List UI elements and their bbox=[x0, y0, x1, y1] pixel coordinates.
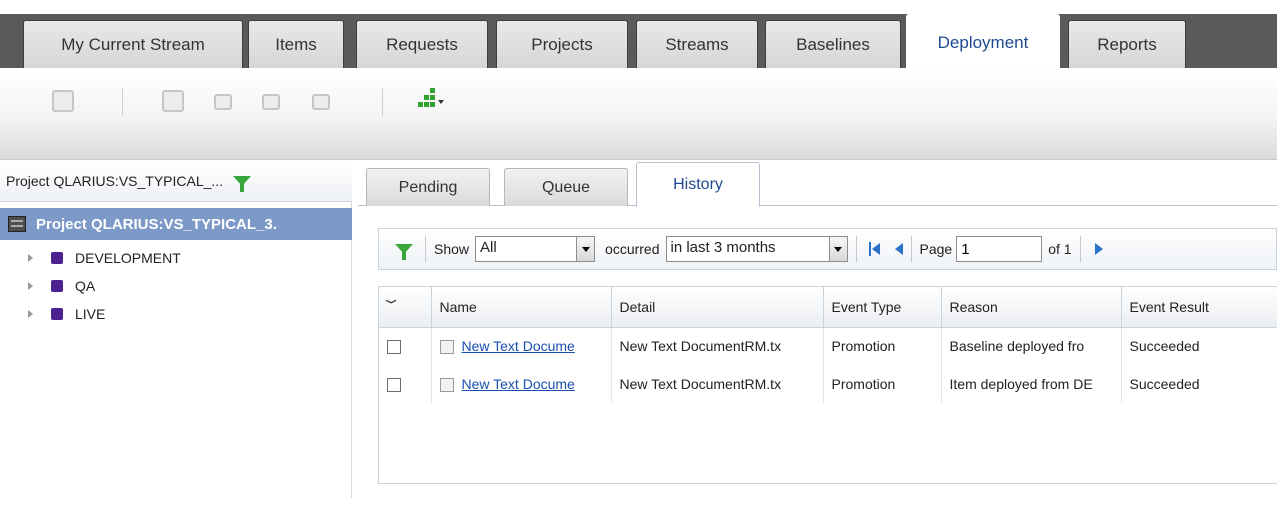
project-tree-panel: Project QLARIUS:VS_TYPICAL_... Project Q… bbox=[0, 160, 352, 510]
select-all-column[interactable] bbox=[379, 287, 432, 328]
history-filter-bar: Show All occurred in last 3 months Page … bbox=[378, 228, 1277, 270]
main-tab-bar: My Current Stream Items Requests Project… bbox=[0, 0, 1277, 70]
filter-icon[interactable] bbox=[233, 175, 252, 192]
row-checkbox[interactable] bbox=[387, 340, 401, 355]
tab-streams[interactable]: Streams bbox=[636, 20, 758, 68]
item-name-link[interactable]: New Text Docume bbox=[462, 338, 575, 354]
filter-icon[interactable] bbox=[395, 244, 413, 260]
first-page-icon[interactable] bbox=[868, 242, 883, 256]
detail-cell: New Text DocumentRM.tx bbox=[611, 365, 824, 403]
top-rim bbox=[0, 0, 1277, 14]
import-icon[interactable] bbox=[52, 90, 74, 112]
item-name-link[interactable]: New Text Docume bbox=[462, 376, 575, 392]
rollback-icon[interactable] bbox=[312, 94, 330, 110]
occurred-select[interactable]: in last 3 months bbox=[665, 236, 848, 262]
deployment-toolbar bbox=[0, 68, 1277, 160]
event-type-cell: Promotion bbox=[823, 365, 942, 403]
chevron-down-icon bbox=[438, 100, 444, 104]
tree-node-label: QA bbox=[75, 278, 96, 294]
column-header-name[interactable]: Name bbox=[431, 287, 612, 328]
promote-icon[interactable] bbox=[162, 90, 184, 112]
tree-root-label: Project QLARIUS:VS_TYPICAL_3. bbox=[36, 215, 277, 233]
show-label: Show bbox=[434, 241, 470, 257]
page-count-label: of 1 bbox=[1048, 241, 1072, 257]
chevron-down-icon[interactable] bbox=[576, 237, 595, 261]
event-result-cell: Succeeded bbox=[1121, 327, 1277, 365]
show-select-value: All bbox=[480, 239, 497, 256]
server-icon bbox=[8, 216, 26, 232]
previous-page-icon[interactable] bbox=[894, 243, 903, 255]
tab-history[interactable]: History bbox=[636, 162, 760, 207]
occurred-select-value: in last 3 months bbox=[670, 239, 776, 256]
tree-root-project[interactable]: Project QLARIUS:VS_TYPICAL_3. bbox=[0, 208, 352, 240]
filter-separator bbox=[855, 236, 857, 262]
table-header-row: Name Detail Event Type Reason Event Resu… bbox=[379, 287, 1277, 328]
toolbar-separator bbox=[382, 88, 383, 116]
demote-icon[interactable] bbox=[214, 94, 232, 110]
tree-node-label: DEVELOPMENT bbox=[75, 250, 181, 266]
event-type-cell: Promotion bbox=[823, 327, 942, 365]
filter-separator bbox=[910, 236, 912, 262]
deploy-icon[interactable] bbox=[262, 94, 280, 110]
column-header-event-result[interactable]: Event Result bbox=[1121, 287, 1277, 328]
reason-cell: Item deployed from DE bbox=[941, 365, 1122, 403]
expand-arrow-icon[interactable] bbox=[28, 310, 33, 318]
next-page-icon[interactable] bbox=[1094, 243, 1103, 255]
page-number-input[interactable] bbox=[956, 236, 1043, 262]
table-row[interactable]: New Text Docume New Text DocumentRM.tx P… bbox=[379, 327, 1277, 365]
event-result-cell: Succeeded bbox=[1121, 365, 1277, 403]
tree-node-live[interactable]: LIVE bbox=[0, 300, 352, 328]
column-header-event-type[interactable]: Event Type bbox=[823, 287, 942, 328]
occurred-label: occurred bbox=[605, 241, 660, 257]
row-checkbox[interactable] bbox=[387, 378, 401, 393]
tab-my-current-stream[interactable]: My Current Stream bbox=[23, 20, 243, 68]
tab-reports[interactable]: Reports bbox=[1068, 20, 1186, 68]
bottom-edge bbox=[0, 498, 1277, 510]
tree-node-development[interactable]: DEVELOPMENT bbox=[0, 244, 352, 272]
tree-node-label: LIVE bbox=[75, 306, 106, 322]
tab-items[interactable]: Items bbox=[248, 20, 344, 68]
project-selector[interactable]: Project QLARIUS:VS_TYPICAL_... bbox=[0, 160, 352, 202]
column-header-detail[interactable]: Detail bbox=[611, 287, 824, 328]
toolbar-separator bbox=[122, 88, 123, 116]
filter-separator bbox=[425, 236, 426, 262]
page-label: Page bbox=[919, 241, 953, 257]
stream-icon bbox=[51, 308, 63, 320]
tab-queue[interactable]: Queue bbox=[504, 168, 628, 206]
expand-arrow-icon[interactable] bbox=[28, 282, 33, 290]
stream-icon bbox=[51, 252, 63, 264]
deployment-content-panel: Pending Queue History Show All occurred … bbox=[358, 160, 1277, 510]
column-header-reason[interactable]: Reason bbox=[941, 287, 1122, 328]
reason-cell: Baseline deployed fro bbox=[941, 327, 1122, 365]
table-row[interactable]: New Text Docume New Text DocumentRM.tx P… bbox=[379, 365, 1277, 403]
item-type-icon bbox=[439, 340, 454, 355]
detail-cell: New Text DocumentRM.tx bbox=[611, 327, 824, 365]
tree-node-qa[interactable]: QA bbox=[0, 272, 352, 300]
show-select[interactable]: All bbox=[475, 236, 596, 262]
tab-deployment[interactable]: Deployment bbox=[906, 14, 1060, 70]
history-table: Name Detail Event Type Reason Event Resu… bbox=[378, 286, 1277, 484]
sub-tab-bar: Pending Queue History bbox=[358, 160, 1277, 207]
stream-icon bbox=[51, 280, 63, 292]
tab-baselines[interactable]: Baselines bbox=[765, 20, 901, 68]
tab-pending[interactable]: Pending bbox=[366, 168, 490, 206]
item-type-icon bbox=[439, 378, 454, 393]
project-selector-label: Project QLARIUS:VS_TYPICAL_... bbox=[6, 172, 224, 189]
chevron-down-icon[interactable] bbox=[828, 237, 847, 261]
column-menu-icon[interactable] bbox=[387, 298, 395, 312]
tab-projects[interactable]: Projects bbox=[496, 20, 628, 68]
chart-icon[interactable] bbox=[418, 86, 448, 112]
expand-arrow-icon[interactable] bbox=[28, 254, 33, 262]
tab-requests[interactable]: Requests bbox=[356, 20, 488, 68]
filter-separator bbox=[1079, 236, 1081, 262]
